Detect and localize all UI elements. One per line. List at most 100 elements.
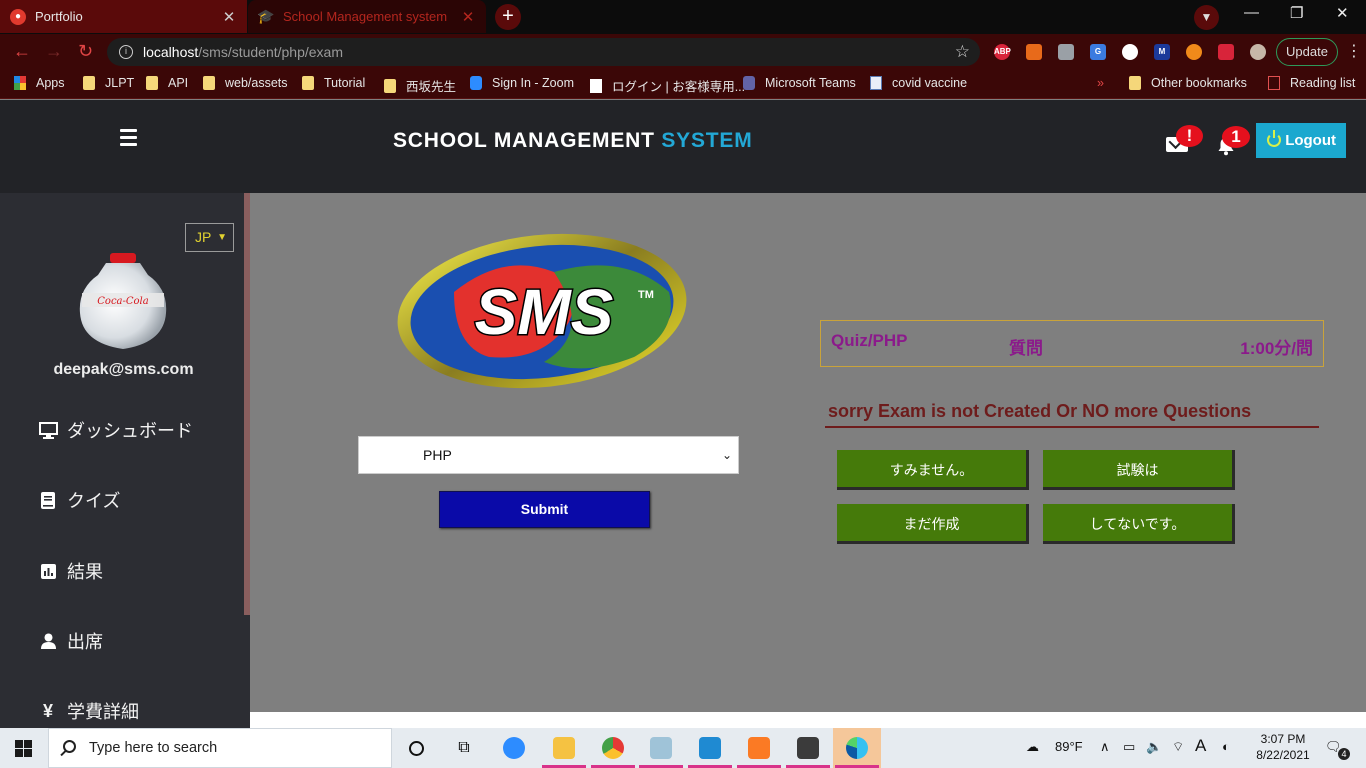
browser-toolbar: ← → ↻ i localhost/sms/student/php/exam ☆… — [0, 34, 1366, 70]
app-icon[interactable] — [637, 728, 685, 768]
translate-icon[interactable]: G — [1090, 44, 1106, 60]
file-explorer-icon[interactable] — [540, 728, 588, 768]
sidebar-item-quiz[interactable]: クイズ — [38, 487, 120, 513]
submit-button[interactable]: Submit — [439, 491, 650, 528]
bookmark-api[interactable]: API — [146, 76, 188, 90]
logout-button[interactable]: Logout — [1256, 123, 1346, 158]
logout-label: Logout — [1285, 132, 1336, 149]
answer-option-4[interactable]: してないです。 — [1043, 504, 1235, 544]
clock[interactable]: 3:07 PM 8/22/2021 — [1248, 731, 1318, 763]
bookmark-tutorial[interactable]: Tutorial — [302, 76, 365, 90]
bookmark-teams[interactable]: Microsoft Teams — [743, 76, 856, 90]
bookmark-label: Microsoft Teams — [765, 76, 856, 90]
new-tab-button[interactable]: + — [495, 4, 521, 30]
ime-indicator[interactable]: A — [1195, 736, 1206, 756]
tab-portfolio[interactable]: ● Portfolio ✕ — [0, 0, 247, 33]
bookmark-jlpt[interactable]: JLPT — [83, 76, 134, 90]
bookmark-label: Apps — [36, 76, 65, 90]
extension-icon[interactable]: M — [1154, 44, 1170, 60]
bookmark-login[interactable]: ログイン | お客様専用... — [590, 76, 745, 95]
answer-option-3[interactable]: まだ作成 — [837, 504, 1029, 544]
taskbar-search-input[interactable]: Type here to search — [48, 728, 392, 768]
window-close-icon[interactable]: ✕ — [1336, 4, 1349, 22]
reload-icon[interactable]: ↻ — [78, 41, 93, 62]
battery-icon[interactable]: ▭ — [1123, 739, 1135, 755]
back-arrow-icon[interactable]: ← — [13, 41, 31, 62]
restore-icon[interactable]: ❐ — [1290, 4, 1303, 22]
windows-start-icon[interactable] — [15, 740, 32, 757]
close-icon[interactable]: ✕ — [221, 8, 237, 26]
notification-count-badge: 4 — [1338, 748, 1350, 760]
zoom-icon[interactable] — [490, 728, 538, 768]
wifi-icon[interactable]: ⌔ — [1172, 739, 1184, 755]
bookmark-label: API — [168, 76, 189, 90]
chevron-down-icon[interactable]: ▼ — [1194, 5, 1219, 30]
sidebar-item-results[interactable]: 結果 — [38, 558, 103, 584]
sidebar-item-attendance[interactable]: 出席 — [38, 628, 103, 654]
extension-icon[interactable] — [1026, 44, 1042, 60]
minimize-icon[interactable]: — — [1244, 4, 1259, 21]
edge-icon[interactable] — [833, 728, 881, 768]
subject-select[interactable]: PHP ⌄ — [358, 436, 739, 474]
page-title: SCHOOL MANAGEMENT SYSTEM — [393, 129, 753, 153]
bookmark-label: Sign In - Zoom — [492, 76, 574, 90]
apps-grid-icon — [14, 76, 26, 90]
sidebar-item-label: 出席 — [67, 632, 103, 652]
adblock-icon[interactable]: ABP — [994, 44, 1011, 60]
chevron-up-icon[interactable]: ∧ — [1100, 739, 1110, 755]
reading-list-icon — [1268, 76, 1280, 90]
answer-option-2[interactable]: 試験は — [1043, 450, 1235, 490]
quiz-title: Quiz/PHP — [831, 331, 908, 350]
notification-badge: 1 — [1222, 126, 1250, 148]
sidebar-item-fees[interactable]: ¥ 学費詳細 — [38, 698, 139, 724]
portfolio-favicon-icon: ● — [10, 8, 26, 25]
tab-school-management[interactable]: 🎓 School Management system ✕ — [248, 0, 486, 33]
xampp-icon[interactable] — [735, 728, 783, 768]
chrome-icon[interactable] — [589, 728, 637, 768]
extension-icon[interactable] — [1058, 44, 1074, 60]
night-light-icon[interactable]: ◐ — [1222, 739, 1230, 754]
other-bookmarks[interactable]: Other bookmarks — [1129, 76, 1247, 90]
weather-icon[interactable]: ☁ — [1026, 739, 1039, 755]
language-select[interactable]: JP ▼ — [185, 223, 234, 252]
volume-icon[interactable]: 🔈 — [1146, 739, 1162, 755]
search-icon — [63, 740, 76, 753]
bookmark-apps[interactable]: Apps — [14, 76, 65, 90]
sidebar: JP ▼ Coca-Cola deepak@sms.com ダッシュボード クイ… — [0, 193, 247, 728]
sublime-text-icon[interactable] — [784, 728, 832, 768]
star-icon[interactable]: ☆ — [955, 38, 970, 66]
sidebar-item-label: クイズ — [67, 491, 121, 511]
reading-list[interactable]: Reading list — [1268, 76, 1355, 90]
bar-chart-icon — [38, 563, 58, 579]
forward-arrow-icon[interactable]: → — [45, 41, 63, 62]
hamburger-menu-icon[interactable] — [120, 129, 137, 150]
menu-kebab-icon[interactable]: ⋮ — [1346, 41, 1362, 61]
task-view-icon[interactable]: ⧉ — [440, 728, 488, 768]
bookmark-label: 西坂先生 — [406, 80, 457, 94]
bookmark-web-assets[interactable]: web/assets — [203, 76, 288, 90]
profile-avatar-icon[interactable] — [1250, 44, 1266, 60]
bookmark-label: Other bookmarks — [1151, 76, 1247, 90]
extension-icon[interactable] — [1186, 44, 1202, 60]
bookmark-zoom[interactable]: Sign In - Zoom — [470, 76, 574, 90]
search-placeholder: Type here to search — [89, 740, 218, 756]
info-icon[interactable]: i — [119, 45, 133, 59]
monitor-icon — [38, 421, 58, 439]
vscode-icon[interactable] — [686, 728, 734, 768]
close-icon[interactable]: ✕ — [460, 8, 476, 26]
more-bookmarks[interactable]: » — [1097, 76, 1104, 90]
question-label: 質問 — [1009, 339, 1043, 358]
extension-icon[interactable] — [1122, 44, 1138, 60]
update-button[interactable]: Update — [1276, 38, 1338, 66]
graduation-cap-icon: 🎓 — [257, 8, 275, 24]
weather-temperature[interactable]: 89°F — [1055, 739, 1083, 754]
folder-icon — [384, 78, 396, 93]
answer-option-1[interactable]: すみません。 — [837, 450, 1029, 490]
sidebar-item-dashboard[interactable]: ダッシュボード — [38, 417, 193, 443]
bookmark-nishizaka[interactable]: 西坂先生 — [384, 76, 456, 95]
sidebar-scrollbar[interactable] — [244, 193, 250, 728]
bookmark-covid[interactable]: covid vaccine — [870, 76, 967, 90]
cortana-icon[interactable] — [392, 728, 440, 768]
address-bar[interactable]: i localhost/sms/student/php/exam ☆ — [107, 38, 980, 66]
puzzle-icon[interactable] — [1218, 44, 1234, 60]
